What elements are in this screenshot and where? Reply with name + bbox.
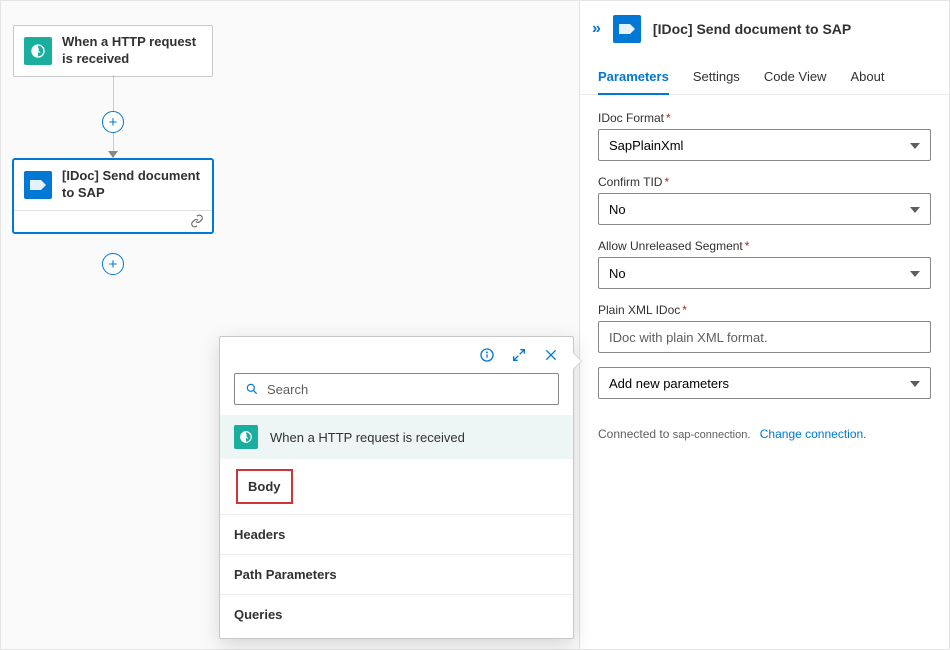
sap-icon <box>613 15 641 43</box>
tab-parameters[interactable]: Parameters <box>598 61 669 94</box>
change-connection-link[interactable]: Change connection. <box>760 427 867 441</box>
allow-unreleased-label: Allow Unreleased Segment* <box>598 239 931 253</box>
tab-about[interactable]: About <box>850 61 884 94</box>
tab-code-view[interactable]: Code View <box>764 61 827 94</box>
plain-xml-idoc-input[interactable]: IDoc with plain XML format. <box>598 321 931 353</box>
picker-section-header: When a HTTP request is received <box>220 415 573 459</box>
picker-search-input[interactable]: Search <box>234 373 559 405</box>
sap-icon <box>24 171 52 199</box>
idoc-format-label: IDoc Format* <box>598 111 931 125</box>
add-step-button-top[interactable]: + <box>102 111 124 133</box>
allow-unreleased-select[interactable]: No <box>598 257 931 289</box>
connector-line-2 <box>113 133 114 153</box>
picker-item-body[interactable]: Body <box>234 467 295 506</box>
expand-icon[interactable] <box>511 347 527 363</box>
add-new-parameters-select[interactable]: Add new parameters <box>598 367 931 399</box>
panel-title: [IDoc] Send document to SAP <box>653 21 851 37</box>
picker-item-queries[interactable]: Queries <box>220 594 573 634</box>
picker-item-headers[interactable]: Headers <box>220 514 573 554</box>
confirm-tid-select[interactable]: No <box>598 193 931 225</box>
details-panel: » [IDoc] Send document to SAP Parameters… <box>579 1 949 649</box>
trigger-node[interactable]: When a HTTP request is received <box>13 25 213 77</box>
http-trigger-icon <box>24 37 52 65</box>
picker-item-path-parameters[interactable]: Path Parameters <box>220 554 573 594</box>
confirm-tid-label: Confirm TID* <box>598 175 931 189</box>
link-icon <box>190 214 204 228</box>
plain-xml-idoc-label: Plain XML IDoc* <box>598 303 931 317</box>
connector-line <box>113 75 114 111</box>
search-placeholder: Search <box>267 382 308 397</box>
http-trigger-icon <box>234 425 258 449</box>
connection-info: Connected to sap-connection. Change conn… <box>580 413 949 441</box>
picker-caret-icon <box>573 353 581 369</box>
close-icon[interactable] <box>543 347 559 363</box>
idoc-format-select[interactable]: SapPlainXml <box>598 129 931 161</box>
node-footer <box>14 210 212 232</box>
add-step-button-bottom[interactable]: + <box>102 253 124 275</box>
arrow-down-icon <box>108 151 118 158</box>
panel-tabs: Parameters Settings Code View About <box>580 61 949 95</box>
search-icon <box>245 382 259 396</box>
dynamic-content-picker: Search When a HTTP request is received B… <box>219 336 574 639</box>
picker-section-title: When a HTTP request is received <box>270 430 465 445</box>
action-title: [IDoc] Send document to SAP <box>62 168 202 202</box>
trigger-title: When a HTTP request is received <box>62 34 202 68</box>
tab-settings[interactable]: Settings <box>693 61 740 94</box>
collapse-panel-icon[interactable]: » <box>592 20 601 38</box>
info-icon[interactable] <box>479 347 495 363</box>
action-node-sap[interactable]: [IDoc] Send document to SAP <box>13 159 213 233</box>
